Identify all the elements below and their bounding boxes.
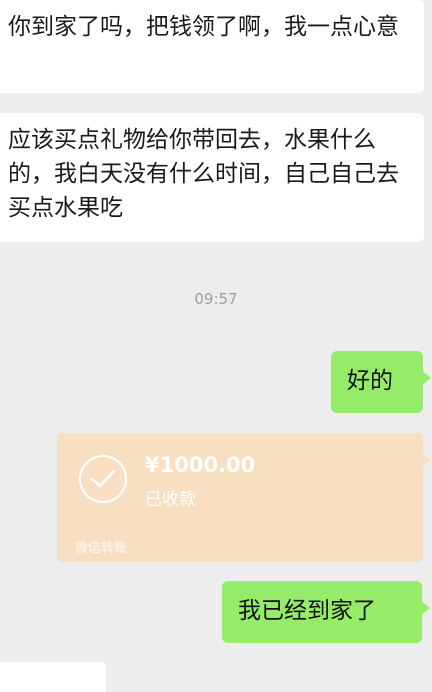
outgoing-message-text: 我已经到家了 — [238, 598, 376, 624]
incoming-message-text: 你到家了吗，把钱领了啊，我一点心意 — [8, 14, 399, 40]
incoming-message-bubble[interactable]: 你到家了吗，把钱领了啊，我一点心意 — [0, 0, 424, 93]
transfer-amount: ¥1000.00 — [145, 453, 256, 477]
transfer-status: 已收款 — [145, 490, 196, 510]
incoming-message-bubble[interactable]: 应该买点礼物给你带回去，水果什么的，我白天没有什么时间，自己自己去买点水果吃 — [0, 113, 424, 242]
incoming-message-text: 应该买点礼物给你带回去，水果什么的，我白天没有什么时间，自己自己去买点水果吃 — [8, 127, 399, 221]
outgoing-message-bubble[interactable]: 好的 — [331, 351, 431, 413]
outgoing-message-text: 好的 — [347, 368, 393, 394]
transfer-footer-label: 微信转账 — [75, 541, 128, 556]
outgoing-message-bubble[interactable]: 我已经到家了 — [222, 581, 430, 643]
message-timestamp: 09:57 — [194, 290, 238, 308]
incoming-message-bubble-partial[interactable] — [0, 662, 106, 692]
check-circle-icon — [79, 455, 127, 503]
wechat-transfer-card[interactable]: ¥1000.00 已收款 微信转账 — [57, 433, 431, 562]
